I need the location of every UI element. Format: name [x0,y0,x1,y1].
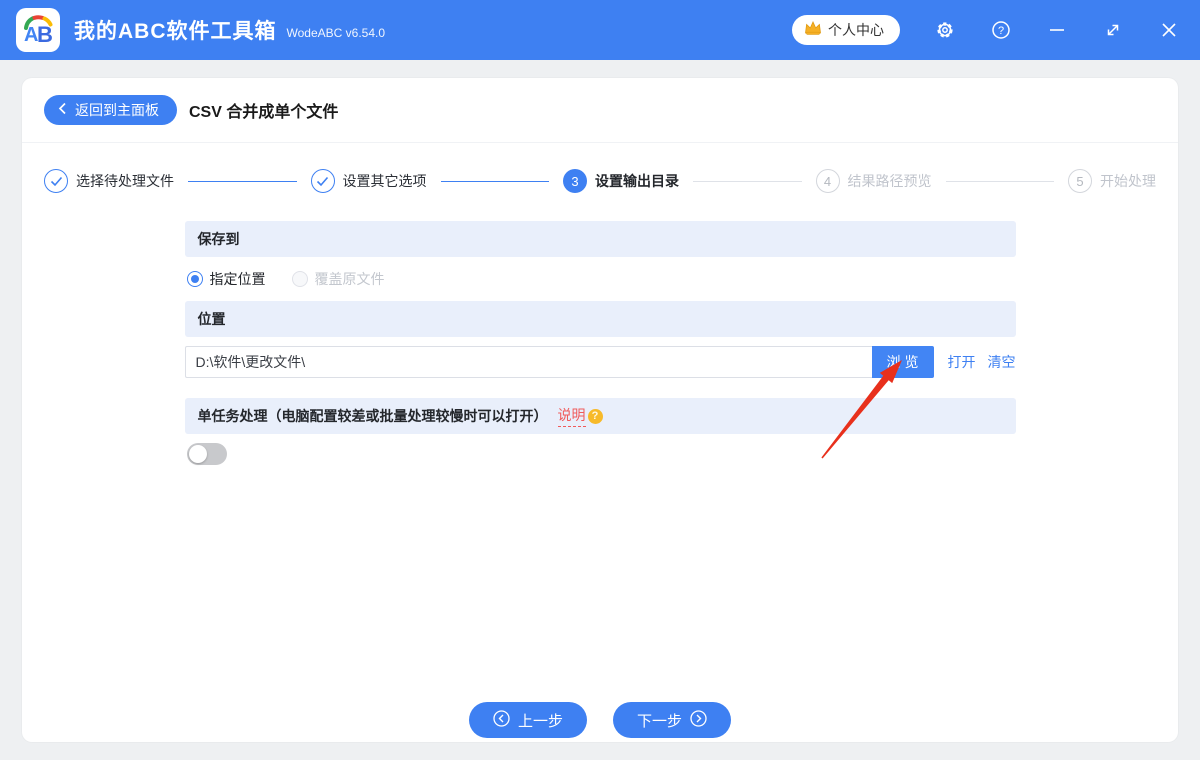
save-to-section-header: 保存到 [184,221,1016,257]
user-center-label: 个人中心 [828,22,884,38]
main-panel: 返回到主面板 CSV 合并成单个文件 选择待处理文件 设置其它选项 3 设置输出… [22,78,1178,742]
step-select-files: 选择待处理文件 [44,169,174,193]
next-step-button[interactable]: 下一步 [613,702,732,738]
settings-gear-icon[interactable] [934,19,956,41]
single-task-toggle-row [185,434,1016,465]
step-connector [440,180,549,182]
explanation-link[interactable]: 说明 [557,405,586,427]
previous-step-button[interactable]: 上一步 [468,702,587,738]
step3-label: 设置输出目录 [595,173,679,189]
step-result-preview: 4 结果路径预览 [815,169,932,193]
next-step-label: 下一步 [637,712,683,730]
open-folder-link[interactable]: 打开 [948,352,976,372]
previous-step-label: 上一步 [517,712,563,730]
panel-header: 返回到主面板 CSV 合并成单个文件 [22,78,1178,143]
step-start-processing: 5 开始处理 [1068,169,1156,193]
step-connector [188,180,297,182]
radio-specified-location-label: 指定位置 [209,271,266,287]
page-title: CSV 合并成单个文件 [189,104,339,121]
back-to-dashboard-button[interactable]: 返回到主面板 [44,95,177,125]
step2-check-icon [310,169,335,193]
location-section-header: 位置 [184,301,1016,337]
user-center-button[interactable]: 个人中心 [792,15,900,45]
toggle-knob [188,445,207,463]
svg-text:?: ? [998,25,1004,37]
help-icon[interactable]: ? [990,19,1012,41]
step1-label: 选择待处理文件 [76,173,174,189]
app-logo-icon: A B [16,8,60,52]
single-task-header-label: 单任务处理（电脑配置较差或批量处理较慢时可以打开） [197,408,548,424]
radio-specified-location[interactable]: 指定位置 [186,269,266,289]
radio-disabled-icon [291,271,308,287]
close-button[interactable] [1158,19,1180,41]
browse-button[interactable]: 浏览 [871,346,934,378]
circled-chevron-left-icon [493,709,510,731]
back-label: 返回到主面板 [75,102,159,118]
radio-overwrite-original[interactable]: 覆盖原文件 [291,269,385,289]
step5-number-badge: 5 [1068,169,1092,193]
radio-overwrite-original-label: 覆盖原文件 [314,271,385,287]
single-task-section-header: 单任务处理（电脑配置较差或批量处理较慢时可以打开） 说明 ? [184,398,1016,434]
step3-number-badge: 3 [563,169,587,193]
location-path-row: 浏览 打开 清空 [184,339,1016,385]
titlebar: A B 我的ABC软件工具箱 WodeABC v6.54.0 个人中心 ? [0,0,1200,60]
app-title: 我的ABC软件工具箱 [74,20,277,43]
question-badge-icon[interactable]: ? [587,408,603,424]
wizard-nav: 上一步 下一步 [22,702,1178,738]
wizard-stepper: 选择待处理文件 设置其它选项 3 设置输出目录 4 结果路径预览 5 开始处理 [22,143,1178,219]
step-other-options: 设置其它选项 [310,169,427,193]
minimize-button[interactable] [1046,19,1068,41]
circled-chevron-right-icon [690,709,707,731]
step1-check-icon [44,169,68,193]
radio-selected-icon [186,271,203,287]
save-to-options: 指定位置 覆盖原文件 [185,257,1016,301]
single-task-toggle[interactable] [186,443,227,465]
step4-number-badge: 4 [815,169,840,193]
step-connector [693,180,802,182]
step5-label: 开始处理 [1100,173,1156,189]
step4-label: 结果路径预览 [847,173,932,189]
output-path-input[interactable] [184,346,872,378]
step2-label: 设置其它选项 [342,173,427,189]
step-output-directory: 3 设置输出目录 [563,169,679,193]
svg-text:B: B [37,22,53,47]
clear-path-link[interactable]: 清空 [988,352,1016,372]
crown-icon [804,20,822,41]
maximize-button[interactable] [1102,19,1124,41]
output-settings-form: 保存到 指定位置 覆盖原文件 位置 浏览 打开 清空 单任务处理（电脑配置较差或… [184,221,1016,465]
app-version: WodeABC v6.54.0 [286,26,386,40]
step-connector [945,180,1054,182]
back-chevron-icon [58,102,67,118]
